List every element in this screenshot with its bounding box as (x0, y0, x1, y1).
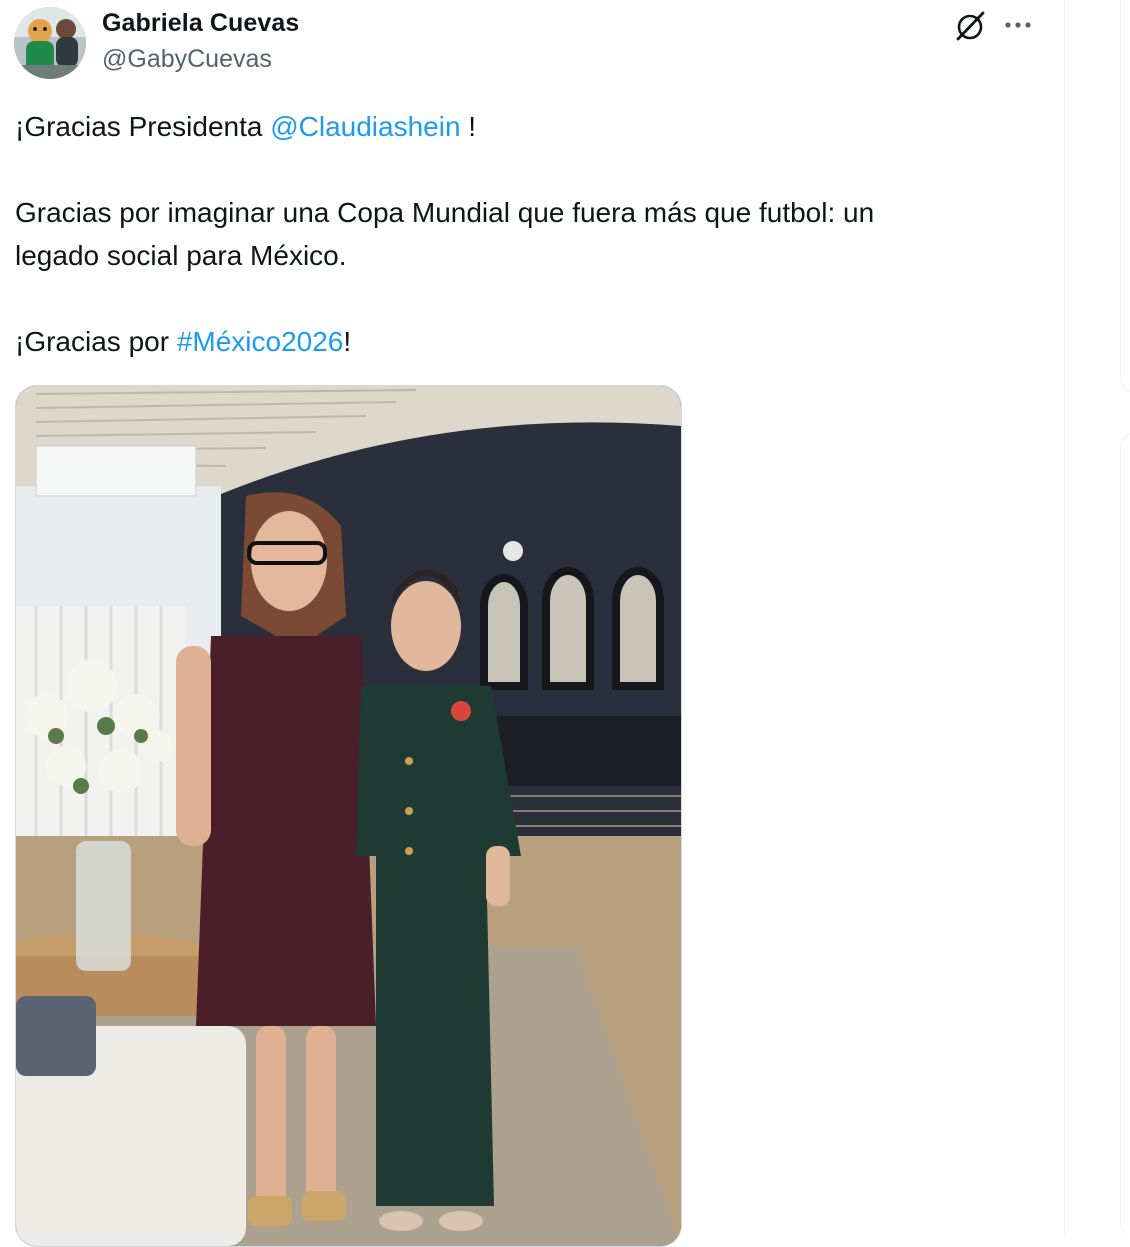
author-name[interactable]: Gabriela Cuevas (102, 9, 299, 38)
tweet-text: ¡Gracias Presidenta @Claudiashein ! Grac… (15, 105, 1035, 363)
author-avatar[interactable] (14, 7, 86, 79)
tweet-line-2: Gracias por imaginar una Copa Mundial qu… (15, 197, 875, 228)
tweet-text-segment: ! (343, 326, 352, 357)
photo-image (16, 386, 681, 1246)
author-handle[interactable]: @GabyCuevas (102, 45, 272, 74)
tweet-line-4: ¡Gracias por #México2026! (15, 320, 1035, 363)
tweet-column: Gabriela Cuevas @GabyCuevas ¡Gracias Pre… (0, 0, 1064, 1247)
grok-icon[interactable] (953, 9, 987, 43)
tweet-text-segment: ¡Gracias por (15, 326, 177, 357)
tweet-line-3: legado social para México. (15, 240, 347, 271)
right-sidebar (1065, 0, 1130, 1237)
tweet-line-1: ¡Gracias Presidenta @Claudiashein ! (15, 105, 1035, 148)
sidebar-card (1120, 0, 1130, 393)
tweet-text-segment: ¡Gracias Presidenta (15, 111, 271, 142)
tweet-photo[interactable] (15, 385, 682, 1247)
more-options-icon[interactable] (1000, 10, 1036, 40)
avatar-photo (14, 7, 86, 79)
hashtag-link[interactable]: #México2026 (177, 326, 344, 357)
sidebar-card (1120, 432, 1130, 1237)
mention-link[interactable]: @Claudiashein (270, 111, 460, 142)
tweet-text-segment: ! (460, 111, 477, 142)
